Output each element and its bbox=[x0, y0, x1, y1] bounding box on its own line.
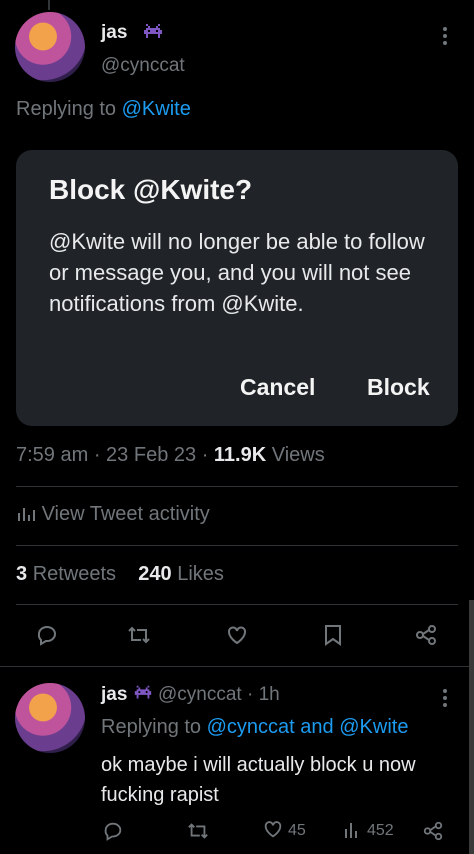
views-action[interactable]: 452 bbox=[343, 818, 394, 844]
divider bbox=[16, 486, 458, 487]
cancel-button[interactable]: Cancel bbox=[240, 374, 315, 401]
likes-stat[interactable]: 240 Likes bbox=[138, 563, 224, 585]
share-icon[interactable] bbox=[411, 620, 441, 650]
block-dialog: Block @Kwite? @Kwite will no longer be a… bbox=[16, 150, 458, 426]
avatar[interactable] bbox=[15, 12, 85, 82]
reply-author-handle[interactable]: @cynccat bbox=[158, 684, 242, 705]
tweet-meta: 7:59 am · 23 Feb 23 · 11.9K Views bbox=[16, 444, 325, 466]
heart-icon bbox=[262, 818, 284, 845]
reply-avatar[interactable] bbox=[15, 683, 85, 753]
likes-label: Likes bbox=[177, 563, 224, 585]
tweet-stats: 3 Retweets 240 Likes bbox=[16, 563, 224, 586]
retweets-label: Retweets bbox=[32, 563, 117, 585]
reply-replying-to: Replying to @cynccat and @Kwite bbox=[101, 716, 408, 739]
space-invader-icon bbox=[133, 684, 153, 708]
reply-text: ok maybe i will actually block u now fuc… bbox=[101, 754, 416, 806]
space-invader-icon bbox=[142, 22, 164, 47]
likes-count: 240 bbox=[138, 563, 172, 585]
more-vertical-icon[interactable] bbox=[442, 26, 448, 46]
retweet-icon[interactable] bbox=[124, 620, 154, 650]
divider bbox=[16, 545, 458, 546]
replying-to-link-2[interactable]: @Kwite bbox=[339, 716, 408, 738]
reply-author-name[interactable]: jas bbox=[101, 684, 127, 705]
views-count: 11.9K bbox=[213, 444, 267, 466]
bar-chart-icon bbox=[16, 503, 42, 525]
tweet-date[interactable]: 23 Feb 23 bbox=[106, 444, 196, 466]
bar-chart-icon bbox=[343, 819, 363, 844]
replying-prefix: Replying to bbox=[16, 98, 117, 120]
share-icon[interactable] bbox=[422, 818, 444, 844]
reply-views-count: 452 bbox=[367, 822, 394, 839]
replying-to: Replying to @Kwite bbox=[16, 98, 191, 121]
reply-header: jas @cynccat · 1h bbox=[101, 684, 280, 708]
author-name[interactable]: jas bbox=[101, 22, 127, 44]
view-activity-label: View Tweet activity bbox=[41, 503, 210, 525]
retweet-icon[interactable] bbox=[186, 818, 210, 844]
reply-likes-count: 45 bbox=[288, 822, 306, 839]
bookmark-icon[interactable] bbox=[318, 620, 348, 650]
block-button[interactable]: Block bbox=[367, 374, 430, 401]
dialog-title: Block @Kwite? bbox=[49, 174, 253, 205]
replying-to-link[interactable]: @Kwite bbox=[122, 98, 191, 120]
divider bbox=[0, 666, 474, 667]
divider bbox=[16, 604, 458, 605]
replying-conj: and bbox=[300, 716, 334, 738]
heart-icon[interactable] bbox=[222, 620, 252, 650]
retweets-count: 3 bbox=[16, 563, 28, 585]
replying-to-link-1[interactable]: @cynccat bbox=[207, 716, 295, 738]
retweets-stat[interactable]: 3 Retweets bbox=[16, 563, 116, 585]
dialog-body: @Kwite will no longer be able to follow … bbox=[49, 229, 425, 316]
separator: · bbox=[246, 684, 254, 705]
replying-prefix: Replying to bbox=[101, 716, 202, 738]
more-vertical-icon[interactable] bbox=[442, 688, 448, 708]
like-action[interactable]: 45 bbox=[262, 818, 306, 844]
reply-icon[interactable] bbox=[102, 818, 124, 844]
scrollbar[interactable] bbox=[469, 600, 474, 854]
reply-icon[interactable] bbox=[32, 620, 62, 650]
tweet-time[interactable]: 7:59 am bbox=[16, 444, 88, 466]
reply-time[interactable]: 1h bbox=[259, 684, 280, 705]
view-activity-link[interactable]: View Tweet activity bbox=[16, 503, 210, 526]
author-handle[interactable]: @cynccat bbox=[101, 55, 185, 77]
thread-line bbox=[48, 0, 50, 10]
views-label: Views bbox=[271, 444, 325, 466]
